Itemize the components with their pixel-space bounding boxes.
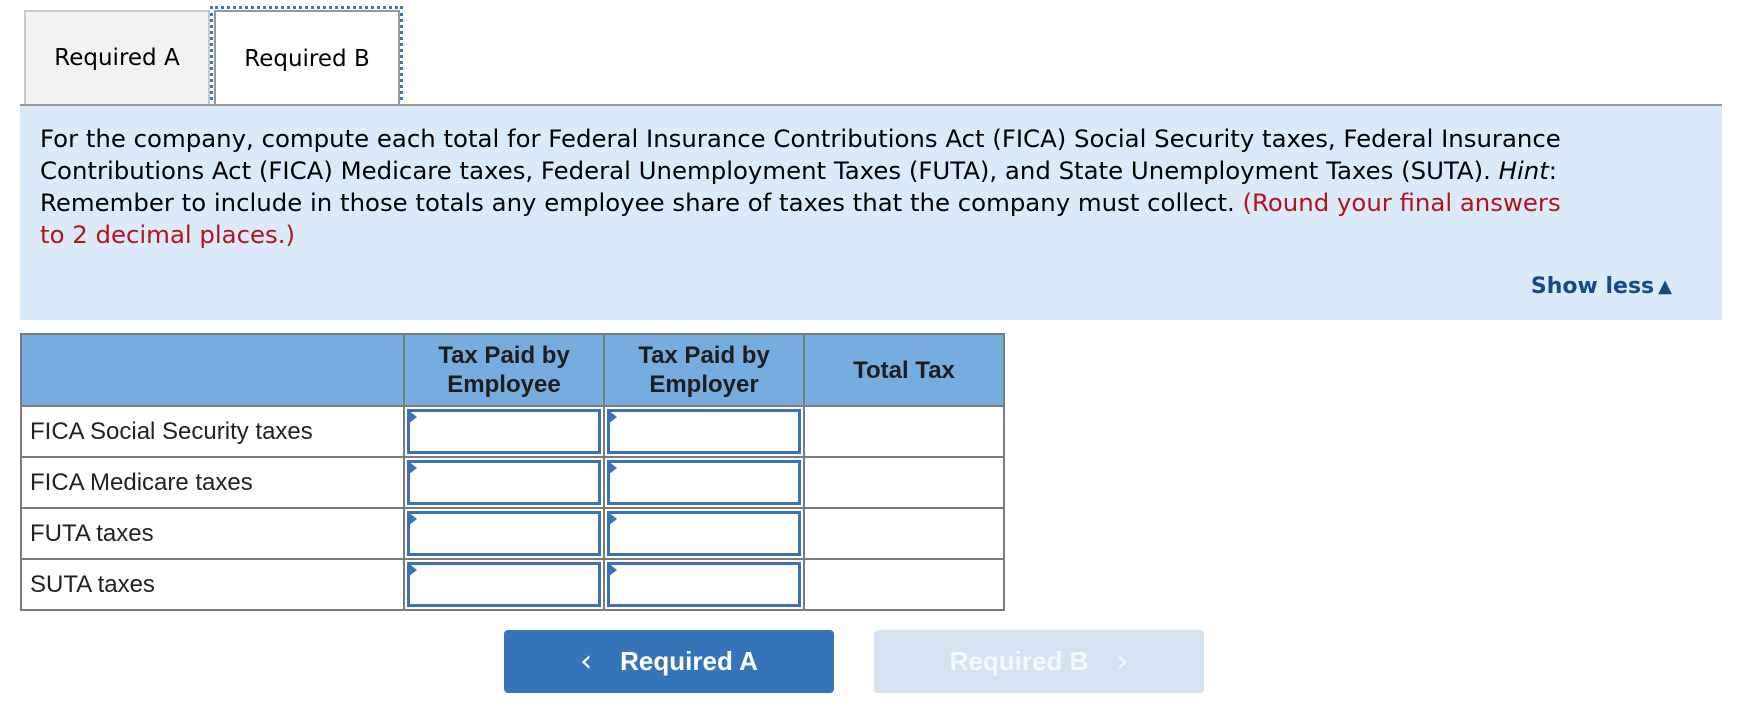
table-row: SUTA taxes [20, 558, 1005, 611]
table-row: FUTA taxes [20, 507, 1005, 560]
triangle-up-icon: ▲ [1658, 276, 1672, 297]
tax-table: Tax Paid by Employee Tax Paid by Employer … [20, 333, 1005, 611]
prev-button-label: Required A [620, 646, 758, 676]
header-line: Employee [447, 371, 561, 398]
instructions-line: For the company, compute each total for … [40, 124, 1561, 153]
table-header-row: Tax Paid by Employee Tax Paid by Employer … [20, 333, 1005, 407]
instructions-panel: For the company, compute each total for … [20, 106, 1722, 320]
show-less-label: Show less [1530, 274, 1655, 299]
tab-required-b-label: Required B [244, 46, 370, 72]
cell-employer [603, 558, 805, 611]
cell-employee [403, 456, 605, 509]
header-total: Total Tax [803, 333, 1005, 407]
employer-tax-input[interactable] [607, 460, 801, 505]
employee-tax-input[interactable] [407, 562, 601, 607]
header-line: Employer [649, 371, 759, 398]
row-label: SUTA taxes [20, 558, 405, 611]
prev-required-a-button[interactable]: ‹ Required A [504, 630, 834, 693]
employer-tax-input[interactable] [607, 409, 801, 454]
cell-employee [403, 507, 605, 560]
total-tax-cell [803, 507, 1005, 560]
employer-tax-input[interactable] [607, 562, 801, 607]
employee-tax-input[interactable] [407, 511, 601, 556]
instructions-line: Remember to include in those totals any … [40, 188, 1243, 217]
table-row: FICA Medicare taxes [20, 456, 1005, 509]
instructions-punct: : [1548, 156, 1557, 185]
cell-employer [603, 456, 805, 509]
header-employee: Tax Paid by Employee [403, 333, 605, 407]
header-employer: Tax Paid by Employer [603, 333, 805, 407]
cell-employee [403, 405, 605, 458]
show-less-link[interactable]: Show less ▲ [1531, 274, 1672, 299]
instructions-text: For the company, compute each total for … [40, 123, 1710, 251]
header-blank [20, 333, 405, 407]
instructions-line: Contributions Act (FICA) Medicare taxes,… [40, 156, 1499, 185]
tab-required-a[interactable]: Required A [24, 10, 210, 104]
hint-label: Hint [1498, 156, 1549, 185]
rounding-note: to 2 decimal places.) [40, 220, 296, 249]
next-button-label: Required B [949, 646, 1089, 676]
row-label: FICA Social Security taxes [20, 405, 405, 458]
row-label: FUTA taxes [20, 507, 405, 560]
chevron-right-icon: › [1116, 644, 1129, 679]
rounding-note: (Round your final answers [1242, 188, 1561, 217]
table-row: FICA Social Security taxes [20, 405, 1005, 458]
tab-required-b[interactable]: Required B [214, 10, 400, 106]
cell-employer [603, 405, 805, 458]
cell-employer [603, 507, 805, 560]
total-tax-cell [803, 405, 1005, 458]
header-line: Tax Paid by [638, 342, 770, 369]
cell-employee [403, 558, 605, 611]
total-tax-cell [803, 456, 1005, 509]
next-required-b-button[interactable]: Required B › [874, 630, 1204, 693]
employee-tax-input[interactable] [407, 409, 601, 454]
total-tax-cell [803, 558, 1005, 611]
employer-tax-input[interactable] [607, 511, 801, 556]
tab-required-a-label: Required A [54, 45, 180, 71]
row-label: FICA Medicare taxes [20, 456, 405, 509]
chevron-left-icon: ‹ [580, 644, 593, 679]
employee-tax-input[interactable] [407, 460, 601, 505]
header-line: Tax Paid by [438, 342, 570, 369]
